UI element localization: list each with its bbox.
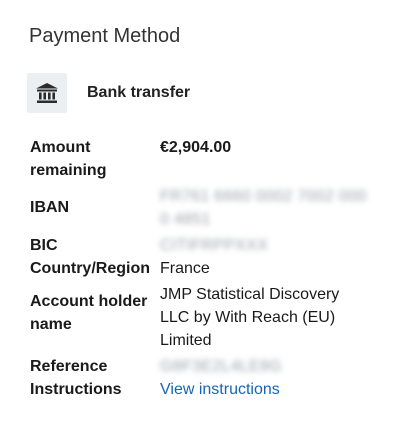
reference-row: Reference G8F3E2L4LE8G xyxy=(30,352,370,378)
holder-label: Account holder name xyxy=(30,293,148,333)
bic-value: CITIFRPPXXX xyxy=(160,237,269,254)
payment-method-row: Bank transfer xyxy=(27,73,190,113)
instructions-row: Instructions View instructions xyxy=(30,378,370,401)
country-value: France xyxy=(160,260,210,277)
amount-row: Amount remaining €2,904.00 xyxy=(30,136,370,182)
bank-icon xyxy=(27,73,67,113)
country-row: Country/Region France xyxy=(30,257,370,280)
amount-value: €2,904.00 xyxy=(160,139,232,156)
payment-method-panel: Payment Method Bank transfer Amount rema… xyxy=(0,0,400,430)
amount-label: Amount remaining xyxy=(30,139,107,179)
bic-row: BIC CITIFRPPXXX xyxy=(30,231,370,257)
holder-value: JMP Statistical Discovery LLC by With Re… xyxy=(160,286,340,349)
reference-value: G8F3E2L4LE8G xyxy=(160,358,282,375)
iban-value: FR761 6660 0002 7002 0000 4851 xyxy=(160,188,367,228)
iban-row: IBAN FR761 6660 0002 7002 0000 4851 xyxy=(30,182,370,231)
holder-row: Account holder name JMP Statistical Disc… xyxy=(30,280,370,352)
reference-label: Reference xyxy=(30,358,108,375)
payment-method-label: Bank transfer xyxy=(87,84,191,101)
country-label: Country/Region xyxy=(30,260,150,277)
panel-title: Payment Method xyxy=(29,25,181,47)
bic-label: BIC xyxy=(30,237,58,254)
instructions-label: Instructions xyxy=(30,381,122,398)
payment-details-table: Amount remaining €2,904.00 IBAN FR761 66… xyxy=(30,136,370,401)
iban-label: IBAN xyxy=(30,199,70,216)
view-instructions-link[interactable]: View instructions xyxy=(160,381,280,398)
